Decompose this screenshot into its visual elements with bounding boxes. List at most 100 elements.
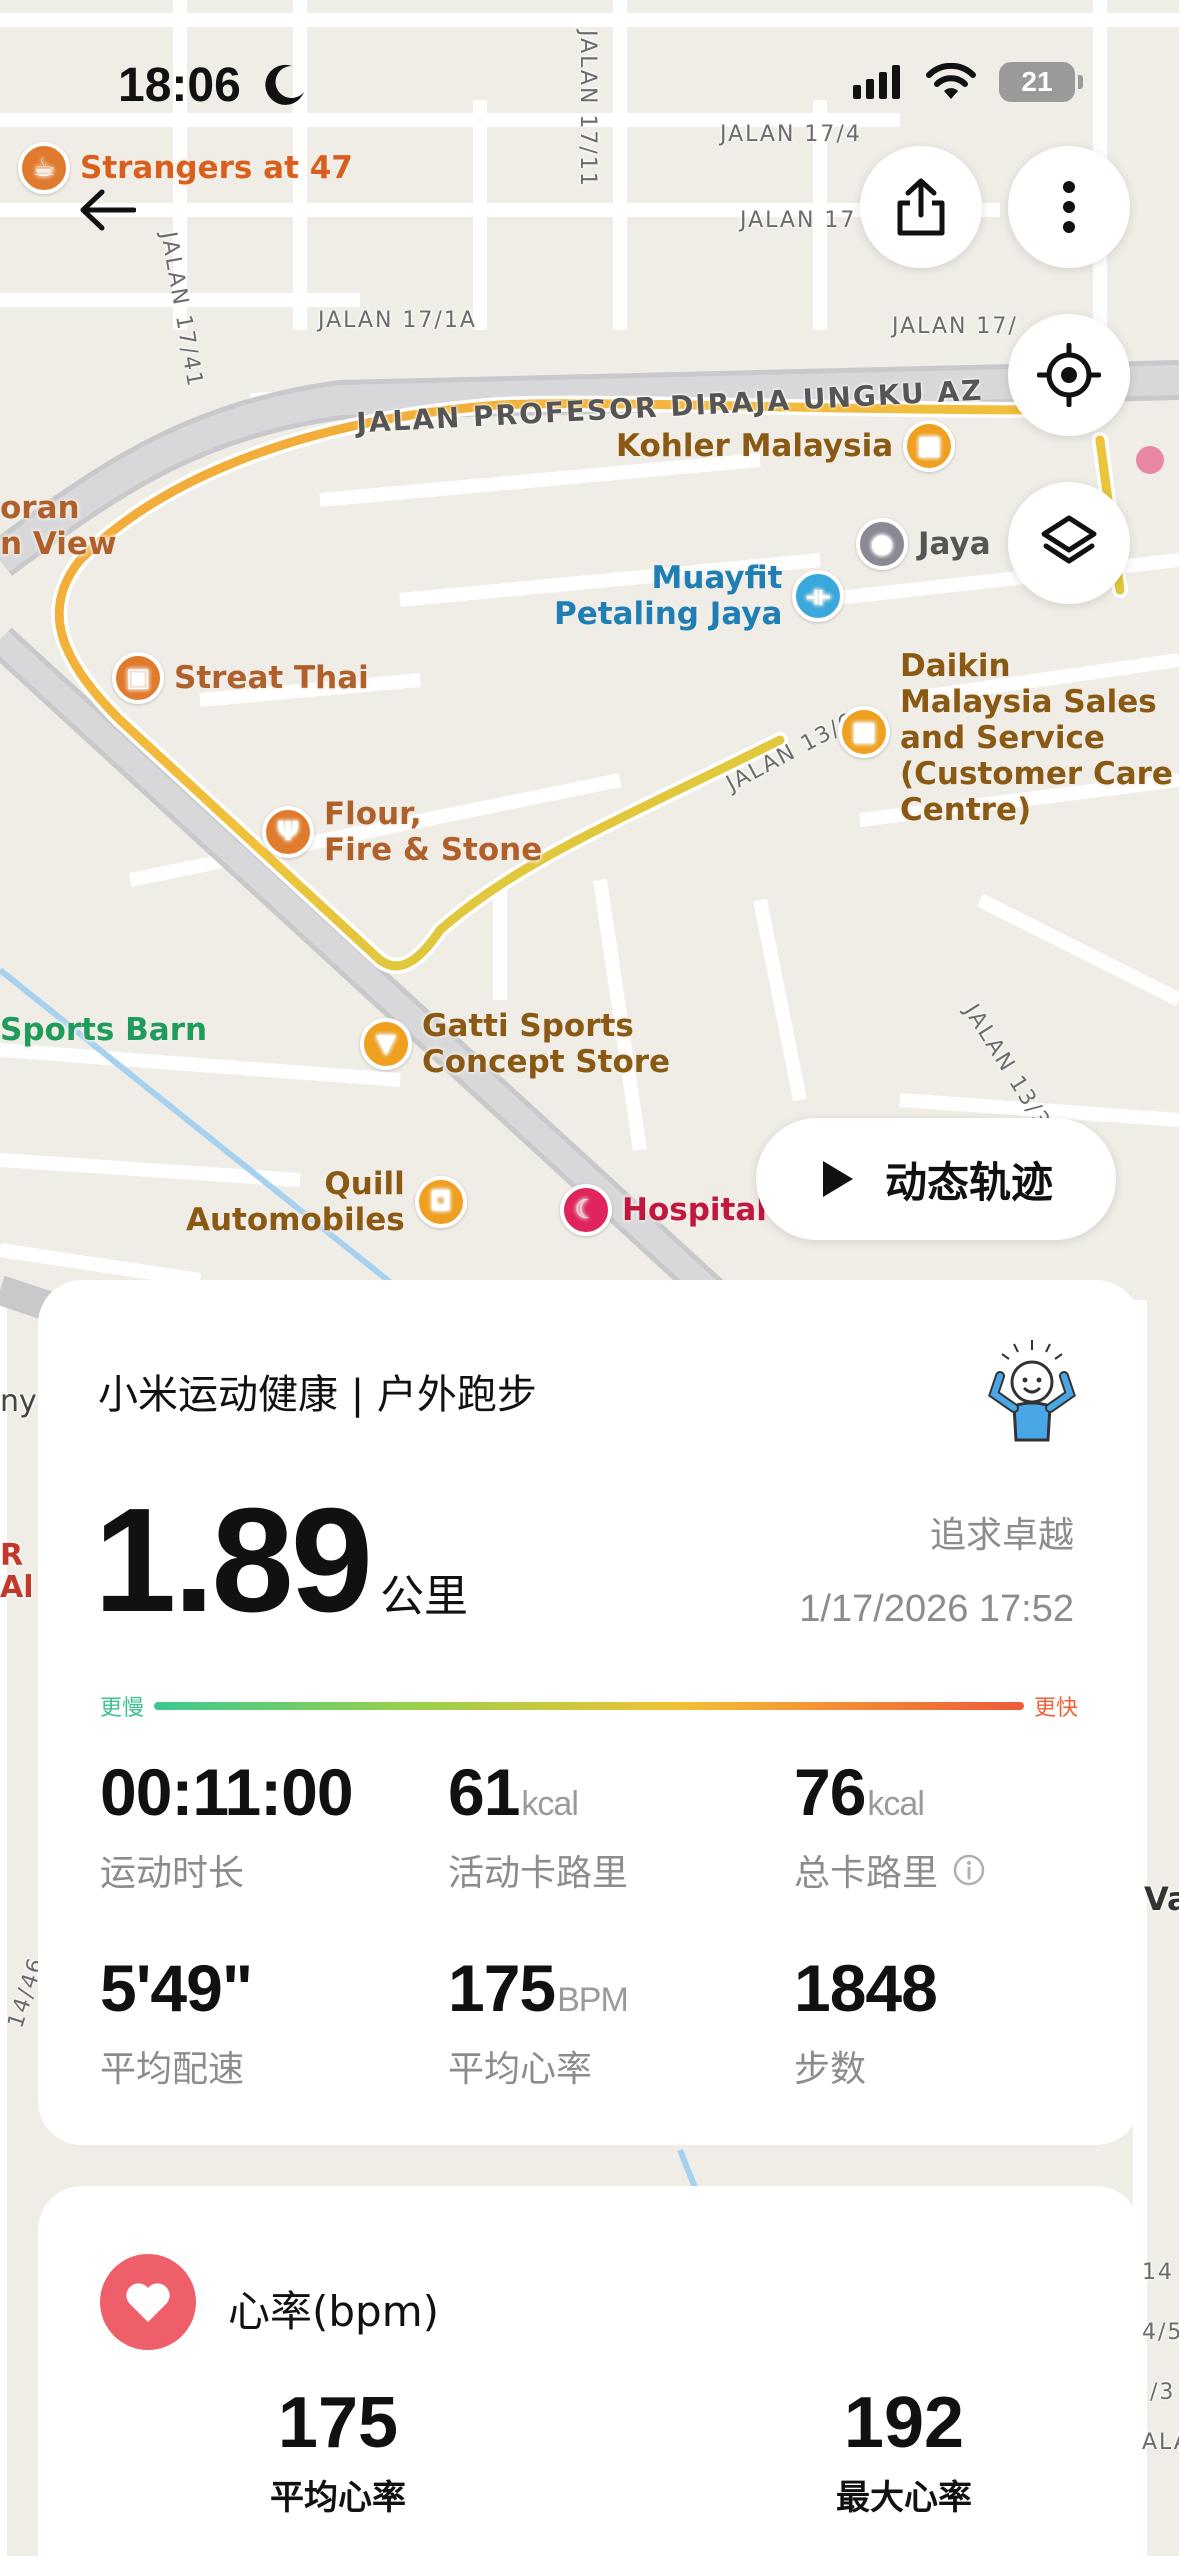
stat-avg-heart-rate: 175BPM 平均心率 (448, 1950, 629, 2092)
workout-title: 小米运动健康 | 户外跑步 (98, 1372, 537, 1418)
street-label: 4/5 (1142, 2320, 1179, 2345)
stat-total-calories: 76kcal 总卡路里 (794, 1754, 986, 1896)
poi-oran-view[interactable]: oran n View (0, 490, 117, 562)
hr-avg-value: 175 (277, 2383, 399, 2463)
street-label: JALAN 17/11 (575, 30, 600, 188)
poi-label: Quill Automobiles (186, 1166, 405, 1238)
street-label: JALAN 17/4 (720, 122, 862, 147)
poi-muayfit[interactable]: ⟛ Muayfit Petaling Jaya (554, 560, 845, 632)
poi-label: Jaya (918, 526, 991, 562)
more-options-button[interactable] (1008, 146, 1130, 268)
play-icon (822, 1161, 853, 1197)
stat-value: 76kcal (794, 1755, 925, 1829)
stat-label: 运动时长 (100, 1853, 245, 1894)
stat-avg-pace: 5'49" 平均配速 (100, 1950, 253, 2092)
distance-display: 1.89 公里 (94, 1476, 468, 1646)
stat-value: 61kcal (448, 1755, 579, 1829)
stat-duration: 00:11:00 运动时长 (100, 1754, 354, 1896)
poi-strangers-at-47[interactable]: ☕ Strangers at 47 (18, 142, 353, 194)
poi-sports-barn[interactable]: Sports Barn (0, 1012, 207, 1048)
share-button[interactable] (860, 146, 982, 268)
poi-label: oran n View (0, 490, 117, 562)
pace-fast-label: 更快 (1033, 1696, 1078, 1721)
poi-label: Gatti Sports Concept Store (422, 1008, 671, 1080)
route-map[interactable]: JALAN 17/11 JALAN 17/4 JALAN 17 JALAN 17… (0, 0, 1179, 2556)
heart-rate-card[interactable]: 心率(bpm) 175 平均心率 192 最大心率 (38, 2186, 1140, 2556)
workout-summary-card: 小米运动健康 | 户外跑步 1.89 公里 追求卓越 1/17/2026 17:… (38, 1280, 1140, 2145)
hr-max-value: 192 (843, 2383, 965, 2463)
stat-value: 5'49" (100, 1951, 253, 2025)
street-label: Va (1144, 1880, 1179, 1918)
wifi-icon (926, 63, 976, 99)
stat-label: 步数 (794, 2049, 867, 2090)
poi-hospital[interactable]: ☾ Hospital (560, 1184, 767, 1236)
dumbbell-icon: ⟛ (792, 570, 845, 622)
status-time: 18:06 (118, 59, 241, 112)
pace-slow-label: 更慢 (100, 1696, 145, 1721)
coffee-icon: ☕ (18, 142, 70, 194)
hr-max-label: 最大心率 (836, 2478, 972, 2518)
street-label: ALA (1142, 2430, 1179, 2455)
poi-jaya[interactable]: ● Jaya (856, 518, 991, 570)
poi-label: Hospital (622, 1192, 767, 1228)
street-label: /3 (1150, 2380, 1176, 2405)
cutlery-icon: Ψ (262, 806, 314, 858)
shopping-bag-icon: ■ (903, 420, 956, 472)
poi-label: Daikin Malaysia Sales and Service (Custo… (900, 648, 1173, 828)
map-layers-button[interactable] (1008, 482, 1130, 604)
hr-avg: 175 平均心率 (238, 2382, 438, 2519)
street-label: 14 (1142, 2260, 1174, 2285)
street-label: JALAN 17 (740, 208, 857, 233)
poi-label: Flour, Fire & Stone (324, 796, 543, 868)
info-icon[interactable] (952, 1853, 986, 1887)
poi-label: Streat Thai (174, 660, 369, 696)
crescent-icon: ☾ (560, 1184, 612, 1236)
poi-flour-fire-stone[interactable]: Ψ Flour, Fire & Stone (262, 796, 542, 868)
heart-icon (100, 2254, 196, 2350)
poi-label: Muayfit Petaling Jaya (554, 560, 783, 632)
play-track-button[interactable]: 动态轨迹 (756, 1118, 1116, 1240)
more-vertical-icon (1063, 181, 1075, 233)
stat-value: 175BPM (448, 1951, 629, 2025)
street-label: ny (0, 1384, 37, 1419)
share-icon (897, 178, 945, 236)
street-label: R Al (0, 1538, 34, 1605)
poi-label: Kohler Malaysia (616, 428, 894, 464)
poi-daikin[interactable]: ■ Daikin Malaysia Sales and Service (Cus… (838, 648, 1173, 828)
hr-avg-label: 平均心率 (270, 2478, 406, 2518)
battery-indicator: 21 (999, 62, 1083, 102)
crosshair-icon (1037, 343, 1101, 407)
pin-icon: ● (856, 518, 908, 570)
arrow-left-icon (80, 189, 136, 231)
distance-value: 1.89 (94, 1478, 373, 1643)
stat-steps: 1848 步数 (794, 1950, 938, 2092)
street-label: JALAN 17/ (892, 314, 1018, 339)
workout-datetime: 1/17/2026 17:52 (799, 1588, 1074, 1630)
distance-unit: 公里 (380, 1571, 469, 1622)
heart-rate-title: 心率(bpm) (228, 2287, 440, 2336)
pace-gradient-bar (154, 1702, 1024, 1710)
moon-icon (265, 64, 304, 105)
layers-icon (1041, 515, 1097, 564)
back-button[interactable] (78, 180, 138, 240)
bus-icon: ▣ (112, 652, 164, 704)
stat-label: 平均配速 (100, 2049, 245, 2090)
locate-button[interactable] (1008, 314, 1130, 436)
poi-streat-thai[interactable]: ▣ Streat Thai (112, 652, 369, 704)
poi-kohler[interactable]: ■ Kohler Malaysia (616, 420, 956, 472)
poi-label: Sports Barn (0, 1012, 208, 1048)
play-track-label: 动态轨迹 (884, 1157, 1053, 1207)
poi-quill-automobiles[interactable]: ◘ Quill Automobiles (186, 1166, 467, 1238)
map-background (0, 0, 1179, 2556)
shirt-icon: ▼ (360, 1018, 412, 1070)
hr-max: 192 最大心率 (804, 2382, 1004, 2519)
stat-value: 1848 (794, 1951, 938, 2025)
stat-label: 活动卡路里 (448, 1853, 629, 1894)
poi-gatti-sports[interactable]: ▼ Gatti Sports Concept Store (360, 1008, 670, 1080)
stat-label: 平均心率 (448, 2049, 593, 2090)
car-icon: ◘ (414, 1176, 467, 1228)
status-icons: 21 (853, 62, 1083, 102)
cellular-signal-icon (853, 65, 900, 99)
shopping-bag-icon: ■ (838, 706, 890, 758)
stat-label: 总卡路里 (794, 1844, 986, 1896)
